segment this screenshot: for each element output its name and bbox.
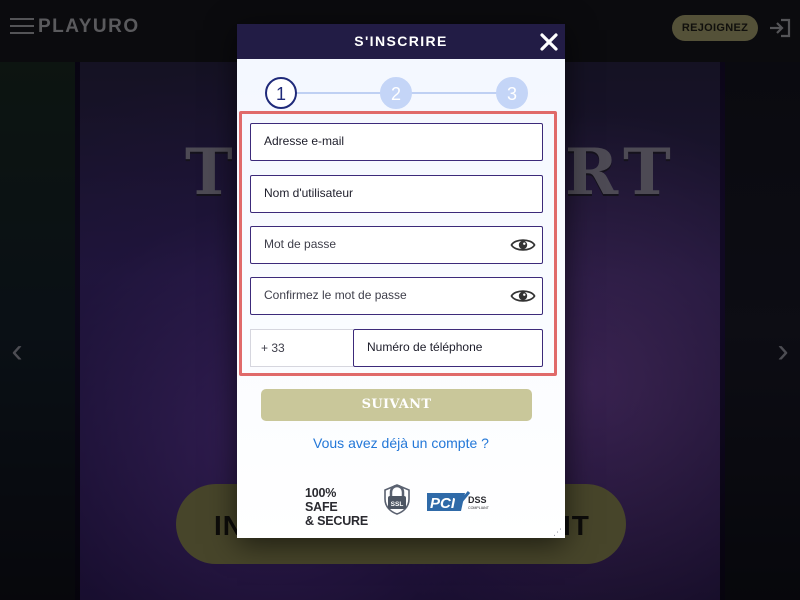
pci-dss-badge: PCI DSS COMPLIANT <box>425 490 493 514</box>
password-field[interactable]: Mot de passe <box>250 226 543 264</box>
close-icon[interactable] <box>539 32 559 52</box>
password-placeholder: Mot de passe <box>264 237 337 251</box>
pci-text: PCI <box>430 495 456 512</box>
username-placeholder: Nom d'utilisateur <box>264 186 353 200</box>
username-field[interactable]: Nom d'utilisateur <box>250 175 543 213</box>
next-button[interactable]: SUIVANT <box>261 389 532 421</box>
step-1: 1 <box>265 77 297 109</box>
safe-secure-badge: 100% SAFE & SECURE <box>305 486 371 528</box>
safe-badge-line2: & SECURE <box>305 514 368 528</box>
login-link[interactable]: Vous avez déjà un compte ? <box>237 435 565 451</box>
confirm-password-placeholder: Confirmez le mot de passe <box>264 288 407 302</box>
dss-subtext: COMPLIANT <box>468 506 490 510</box>
email-field[interactable]: Adresse e-mail <box>250 123 543 161</box>
signup-modal: S'INSCRIRE 1 2 3 Adresse e-mail Nom d'ut… <box>237 24 565 538</box>
dss-text: DSS <box>468 495 487 505</box>
confirm-password-field[interactable]: Confirmez le mot de passe <box>250 277 543 315</box>
eye-icon[interactable] <box>510 235 536 255</box>
ssl-lock-icon: SSL <box>380 482 414 516</box>
step-2: 2 <box>380 77 412 109</box>
email-placeholder: Adresse e-mail <box>264 134 345 148</box>
ssl-badge-text: SSL <box>391 501 404 508</box>
resize-grip-icon[interactable]: ⋰ <box>553 527 563 537</box>
phone-country-code[interactable]: + 33 <box>250 329 353 367</box>
modal-title: S'INSCRIRE <box>354 33 448 49</box>
phone-field[interactable]: Numéro de téléphone <box>353 329 543 367</box>
eye-icon[interactable] <box>510 286 536 306</box>
safe-badge-line1: 100% SAFE <box>305 486 338 514</box>
step-3: 3 <box>496 77 528 109</box>
